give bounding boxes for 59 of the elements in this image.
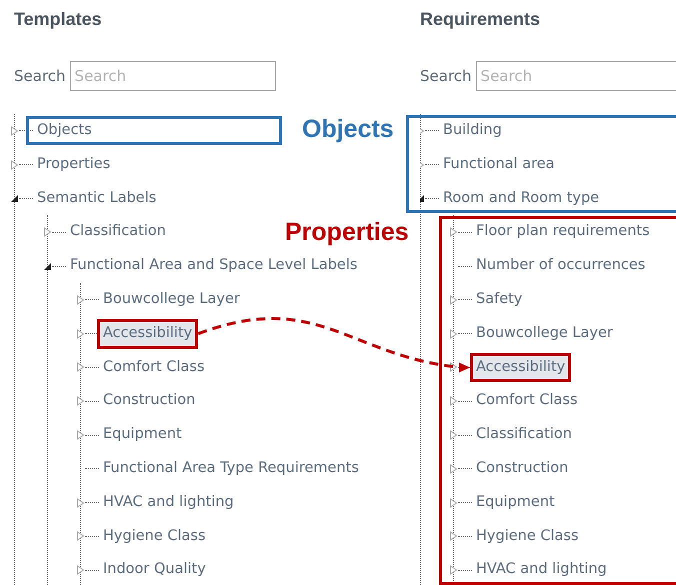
expand-icon[interactable] bbox=[43, 227, 52, 238]
tree-item[interactable]: Bouwcollege Layer bbox=[473, 322, 616, 346]
expand-icon[interactable] bbox=[76, 430, 85, 440]
collapse-icon[interactable] bbox=[10, 193, 19, 204]
tree-item[interactable]: Functional area bbox=[440, 152, 558, 177]
tree-item[interactable]: Floor plan requirements bbox=[473, 220, 653, 244]
tree-item[interactable]: Properties bbox=[34, 152, 114, 177]
expand-icon[interactable] bbox=[76, 498, 85, 508]
tree-item[interactable]: Functional Area Type Requirements bbox=[100, 456, 362, 481]
expand-icon[interactable] bbox=[449, 464, 458, 474]
search-label: Search bbox=[14, 66, 66, 87]
panel-title: Requirements bbox=[420, 8, 542, 31]
tree-item[interactable]: Accessibility bbox=[100, 322, 196, 346]
tree-item[interactable]: Equipment bbox=[473, 490, 558, 515]
expand-icon[interactable] bbox=[449, 396, 458, 406]
tree-item[interactable]: Indoor Quality bbox=[100, 558, 209, 582]
annotation-label: Properties bbox=[285, 219, 409, 247]
expand-icon[interactable] bbox=[76, 565, 85, 576]
tree-item[interactable]: Functional Area and Space Level Labels bbox=[67, 254, 360, 278]
tree-item[interactable]: Comfort Class bbox=[473, 389, 580, 414]
search-label: Search bbox=[420, 66, 472, 87]
tree-item[interactable]: Construction bbox=[473, 456, 572, 481]
expand-icon[interactable] bbox=[449, 498, 458, 508]
expand-icon[interactable] bbox=[449, 227, 458, 238]
tree-item[interactable]: Hygiene Class bbox=[100, 524, 209, 548]
tree-item[interactable]: Classification bbox=[67, 220, 169, 244]
expand-icon[interactable] bbox=[449, 328, 458, 339]
tree-item[interactable]: Objects bbox=[34, 119, 95, 143]
tree-item[interactable]: Safety bbox=[473, 288, 526, 312]
collapse-icon[interactable] bbox=[43, 261, 52, 272]
expand-icon[interactable] bbox=[449, 362, 458, 372]
tree-item[interactable]: Room and Room type bbox=[440, 186, 602, 210]
tree-item[interactable]: Number of occurrences bbox=[473, 254, 648, 278]
tree-item[interactable]: Classification bbox=[473, 423, 575, 447]
expand-icon[interactable] bbox=[449, 565, 458, 576]
panel-title: Templates bbox=[14, 8, 103, 31]
expand-icon[interactable] bbox=[76, 294, 85, 305]
search-field[interactable]: Search bbox=[476, 61, 676, 91]
annotation-label: Objects bbox=[302, 116, 394, 144]
expand-icon[interactable] bbox=[449, 531, 458, 542]
tree-item[interactable]: Hygiene Class bbox=[473, 524, 582, 548]
tree-item[interactable]: Construction bbox=[100, 389, 198, 414]
tree-item[interactable]: Comfort Class bbox=[100, 356, 208, 380]
expand-icon[interactable] bbox=[76, 531, 85, 542]
expand-icon[interactable] bbox=[76, 362, 85, 372]
tree-item[interactable]: HVAC and lighting bbox=[100, 490, 237, 515]
expand-icon[interactable] bbox=[449, 294, 458, 305]
tree-item[interactable]: HVAC and lighting bbox=[473, 558, 610, 582]
expand-icon[interactable] bbox=[76, 396, 85, 406]
search-field[interactable]: Search bbox=[70, 61, 276, 91]
tree-item[interactable]: Bouwcollege Layer bbox=[100, 288, 243, 312]
expand-icon[interactable] bbox=[76, 328, 85, 339]
tree-item[interactable]: Semantic Labels bbox=[34, 186, 160, 210]
expand-icon[interactable] bbox=[449, 430, 458, 440]
tree-item[interactable]: Accessibility bbox=[473, 356, 568, 380]
tree-item[interactable]: Equipment bbox=[100, 423, 185, 447]
expand-icon[interactable] bbox=[10, 126, 19, 136]
tree-item[interactable]: Building bbox=[440, 119, 505, 143]
expand-icon[interactable] bbox=[10, 160, 19, 170]
